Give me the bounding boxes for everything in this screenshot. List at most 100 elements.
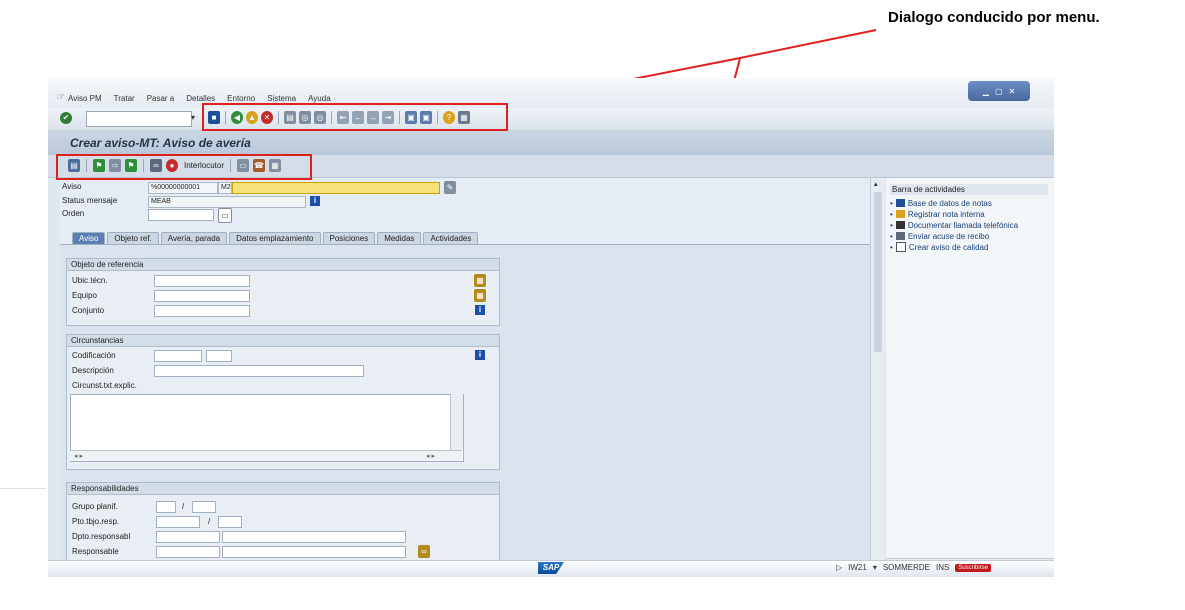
bullet: • <box>890 242 893 252</box>
descripcion-label: Descripción <box>72 366 114 375</box>
status-label: Status mensaje <box>62 196 118 205</box>
structure-graphic-icon[interactable]: ▦ <box>474 289 486 302</box>
pto-tbjo-label: Pto.tbjo.resp. <box>72 517 120 526</box>
bullet: • <box>890 220 893 230</box>
transaction-code[interactable]: IW21 <box>848 563 867 572</box>
circunst-txt-label: Circunst.txt.explic. <box>72 381 137 390</box>
ubic-tecn-field[interactable] <box>154 275 250 287</box>
command-field[interactable] <box>86 111 192 127</box>
aviso-number-field: %00000000001 <box>148 182 218 194</box>
orden-field[interactable] <box>148 209 214 221</box>
tab-datos-emplazamiento[interactable]: Datos emplazamiento <box>229 232 321 244</box>
insert-mode: INS <box>935 563 950 572</box>
descripcion-field[interactable] <box>154 365 364 377</box>
equipo-field[interactable] <box>154 290 250 302</box>
grupo-planif-field[interactable] <box>156 501 176 513</box>
dpto-responsable-label: Dpto.responsabl <box>72 532 131 541</box>
command-dropdown-icon[interactable]: ▾ <box>191 111 201 125</box>
activity-panel-title: Barra de actividades <box>890 184 1048 195</box>
application-toolbar-highlight-box <box>56 154 312 180</box>
text-area-hscrollbar[interactable]: ◂ ▸ ◂ ▸ <box>70 450 462 461</box>
pto-tbjo-field[interactable] <box>156 516 200 528</box>
menu-item-aviso-pm[interactable]: Aviso PM <box>68 94 102 106</box>
bullet: • <box>890 209 893 219</box>
phone-icon <box>895 221 905 229</box>
page-title: Crear aviso-MT: Aviso de avería <box>70 136 251 150</box>
page-edge-line <box>0 488 46 489</box>
status-field: MEAB <box>148 196 306 208</box>
tab-strip: Aviso Objeto ref. Avería, parada Datos e… <box>72 232 479 244</box>
conjunto-field[interactable] <box>154 305 250 317</box>
tab-aviso[interactable]: Aviso <box>72 232 106 244</box>
menu-toolbar-highlight-box <box>202 103 508 131</box>
long-text-icon[interactable]: ✎ <box>444 181 456 194</box>
subscribe-badge[interactable]: Suscribirse <box>955 563 991 572</box>
tab-objeto-ref[interactable]: Objeto ref. <box>107 232 159 244</box>
slash-separator: / <box>182 502 185 511</box>
scroll-up-icon[interactable]: ▴ <box>874 180 878 188</box>
document-icon <box>895 242 906 252</box>
object-info-icon[interactable]: i <box>475 305 485 315</box>
circumstances-info-icon[interactable]: i <box>475 350 485 360</box>
aviso-description-input[interactable] <box>232 182 440 194</box>
group-title: Circunstancias <box>67 335 499 347</box>
codificacion-group-field[interactable] <box>154 350 202 362</box>
aviso-type-field: M2 <box>218 182 232 194</box>
maximize-icon[interactable]: ▢ <box>995 87 1003 96</box>
send-icon <box>895 232 905 240</box>
bullet: • <box>890 198 893 208</box>
codificacion-label: Codificación <box>72 351 116 360</box>
group-title: Objeto de referencia <box>67 259 499 271</box>
activity-label: Documentar llamada telefónica <box>907 220 1019 230</box>
activity-label: Registrar nota interna <box>907 209 985 219</box>
grupo-planif-label: Grupo planif. <box>72 502 118 511</box>
tab-averia-parada[interactable]: Avería, parada <box>160 232 228 244</box>
tab-medidas[interactable]: Medidas <box>377 232 422 244</box>
annotation-line-top <box>739 29 877 59</box>
text-area-vscrollbar[interactable] <box>450 394 463 450</box>
binoculars-search-icon[interactable]: ∞ <box>418 545 430 558</box>
structure-list-icon[interactable]: ▦ <box>474 274 486 287</box>
sap-window: ☞ Aviso PM Tratar Pasar a Detalles Entor… <box>48 78 1054 576</box>
activity-item-internal-note[interactable]: • Registrar nota interna <box>890 209 1018 219</box>
menu-item-pasar-a[interactable]: Pasar a <box>147 94 175 106</box>
equipo-label: Equipo <box>72 291 97 300</box>
objeto-referencia-group: Objeto de referencia <box>66 258 500 326</box>
enter-check-icon[interactable]: ✔ <box>60 112 72 124</box>
menu-shortcut-icon[interactable]: ☞ <box>56 92 65 103</box>
scroll-right-icon[interactable]: ◂ ▸ <box>426 452 435 460</box>
create-order-icon[interactable]: ▭ <box>218 208 232 223</box>
orden-label: Orden <box>62 209 85 218</box>
grupo-planif-center-field[interactable] <box>192 501 216 513</box>
book-icon <box>895 199 905 207</box>
dpto-responsable-desc-field <box>222 531 406 543</box>
dpto-responsable-field[interactable] <box>156 531 220 543</box>
scroll-thumb[interactable] <box>874 192 882 352</box>
responsable-field[interactable] <box>156 546 220 558</box>
activity-item-notes-db[interactable]: • Base de datos de notas <box>890 198 1018 208</box>
activity-label: Base de datos de notas <box>907 198 992 208</box>
scroll-left-icon[interactable]: ◂ ▸ <box>74 452 83 460</box>
codificacion-code-field[interactable] <box>206 350 232 362</box>
window-controls[interactable]: ▁ ▢ ✕ <box>968 81 1030 101</box>
main-vscrollbar[interactable]: ▴ ▾ <box>870 178 885 576</box>
conjunto-label: Conjunto <box>72 306 105 315</box>
status-info: ▷ IW21 ▾ SOMMERDE INS Suscribirse <box>836 563 991 572</box>
activity-item-phone-call[interactable]: • Documentar llamada telefónica <box>890 220 1018 230</box>
tab-posiciones[interactable]: Posiciones <box>322 232 376 244</box>
slash-separator: / <box>208 517 211 526</box>
pto-tbjo-center-field[interactable] <box>218 516 242 528</box>
chevron-down-icon[interactable]: ▾ <box>873 563 877 572</box>
activity-label: Enviar acuse de recibo <box>907 231 990 241</box>
close-icon[interactable]: ✕ <box>1009 87 1016 96</box>
activity-item-quality-notice[interactable]: • Crear aviso de calidad <box>890 242 1018 252</box>
status-expand-icon[interactable]: ▷ <box>836 563 842 572</box>
ubic-tecn-label: Ubic.técn. <box>72 276 108 285</box>
pencil-icon <box>895 210 905 218</box>
status-info-icon[interactable]: i <box>310 196 320 206</box>
responsable-label: Responsable <box>72 547 119 556</box>
activity-item-acknowledge[interactable]: • Enviar acuse de recibo <box>890 231 1018 241</box>
minimize-icon[interactable]: ▁ <box>983 87 989 96</box>
tab-actividades[interactable]: Actividades <box>423 232 479 244</box>
menu-item-tratar[interactable]: Tratar <box>114 94 135 106</box>
